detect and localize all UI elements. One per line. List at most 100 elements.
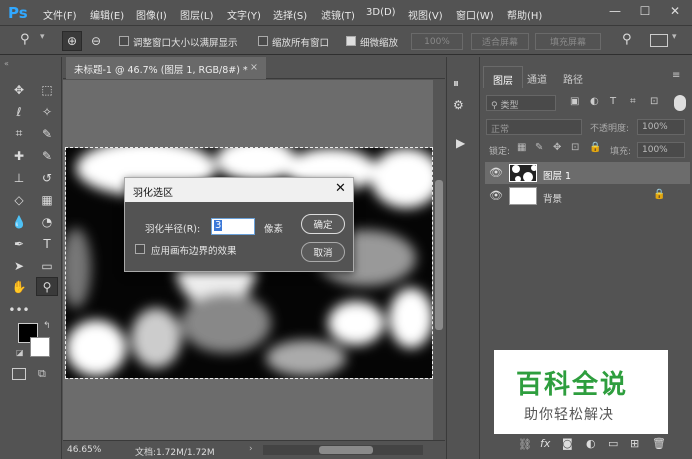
- menu-file[interactable]: 文件(F): [43, 7, 77, 22]
- lock-pixels-icon[interactable]: ✎: [535, 142, 543, 153]
- menu-view[interactable]: 视图(V): [408, 7, 443, 22]
- close-icon[interactable]: ✕: [660, 0, 690, 22]
- type-tool-icon[interactable]: T: [36, 234, 58, 253]
- fit-screen-button[interactable]: 适合屏幕: [471, 33, 529, 50]
- lasso-tool-icon[interactable]: ℓ: [8, 102, 30, 121]
- menu-edit[interactable]: 编辑(E): [90, 7, 124, 22]
- link-layers-icon[interactable]: ⛓: [518, 438, 532, 451]
- filter-toggle[interactable]: [674, 95, 686, 111]
- blend-mode-select[interactable]: 正常: [486, 119, 582, 135]
- scrubby-zoom-checkbox[interactable]: [346, 36, 356, 46]
- zoom-readout[interactable]: 46.65%: [67, 445, 101, 455]
- fill-field[interactable]: 100%: [637, 142, 685, 158]
- cancel-button[interactable]: 取消: [301, 242, 345, 262]
- actions-play-icon[interactable]: ▶: [456, 136, 465, 150]
- brush-tool-icon[interactable]: ✎: [36, 146, 58, 165]
- eraser-tool-icon[interactable]: ◇: [8, 190, 30, 209]
- zoom-tool-icon[interactable]: ⚲: [20, 32, 30, 47]
- filter-type-icon[interactable]: T: [610, 96, 616, 107]
- workspace-chevron-icon[interactable]: ▾: [672, 32, 677, 42]
- radius-label: 羽化半径(R):: [145, 224, 201, 235]
- visibility-eye-icon[interactable]: 👁: [489, 189, 503, 202]
- swap-colors-icon[interactable]: ↰: [43, 321, 51, 331]
- dodge-tool-icon[interactable]: ◔: [36, 212, 58, 231]
- zoom-all-checkbox[interactable]: [258, 36, 268, 46]
- zoom-tool-active-icon[interactable]: ⚲: [36, 277, 58, 296]
- menu-layer[interactable]: 图层(L): [180, 7, 213, 22]
- crop-tool-icon[interactable]: ⌗: [8, 124, 30, 143]
- tab-close-icon[interactable]: ×: [250, 62, 258, 73]
- filter-smart-icon[interactable]: ⊡: [650, 96, 658, 107]
- menu-window[interactable]: 窗口(W): [456, 7, 494, 22]
- workspace-icon[interactable]: [650, 34, 668, 47]
- zoom-in-icon[interactable]: ⊕: [62, 31, 82, 51]
- filter-image-icon[interactable]: ▣: [570, 96, 579, 107]
- filter-adjust-icon[interactable]: ◐: [590, 96, 599, 107]
- filter-kind-select[interactable]: ⚲ 类型: [486, 95, 556, 111]
- magic-wand-icon[interactable]: ✧: [36, 102, 58, 121]
- gradient-tool-icon[interactable]: ▦: [36, 190, 58, 209]
- menu-3d[interactable]: 3D(D): [366, 7, 396, 18]
- zoom-100-button[interactable]: 100%: [411, 33, 463, 50]
- resize-windows-checkbox[interactable]: [119, 36, 129, 46]
- lock-transparent-icon[interactable]: ▦: [517, 142, 526, 153]
- eyedropper-icon[interactable]: ✎: [36, 124, 58, 143]
- clone-stamp-icon[interactable]: ⊥: [8, 168, 30, 187]
- healing-brush-icon[interactable]: ✚: [8, 146, 30, 165]
- screen-mode-icon[interactable]: ⧉: [38, 367, 46, 381]
- path-select-icon[interactable]: ➤: [8, 256, 30, 275]
- menu-select[interactable]: 选择(S): [273, 7, 307, 22]
- lock-all-icon[interactable]: 🔒: [589, 142, 601, 153]
- menu-filter[interactable]: 滤镜(T): [321, 7, 355, 22]
- opacity-field[interactable]: 100%: [637, 119, 685, 135]
- menu-type[interactable]: 文字(Y): [227, 7, 261, 22]
- ok-button[interactable]: 确定: [301, 214, 345, 234]
- fill-screen-button[interactable]: 填充屏幕: [535, 33, 601, 50]
- panel-menu-icon[interactable]: ≡: [672, 70, 680, 81]
- scrollbar-thumb[interactable]: [435, 180, 443, 330]
- move-tool-icon[interactable]: ✥: [8, 80, 30, 99]
- zoom-out-icon[interactable]: ⊖: [86, 31, 106, 51]
- delete-layer-icon[interactable]: 🗑: [652, 437, 666, 450]
- pen-tool-icon[interactable]: ✒: [8, 234, 30, 253]
- adjustment-layer-icon[interactable]: ◐: [586, 437, 596, 450]
- properties-panel-icon[interactable]: ⚙: [453, 98, 464, 112]
- visibility-eye-icon[interactable]: 👁: [489, 166, 503, 179]
- tab-channels[interactable]: 通道: [518, 66, 556, 88]
- maximize-icon[interactable]: ☐: [630, 0, 660, 22]
- status-arrow-icon[interactable]: ›: [249, 444, 253, 454]
- collapse-icon[interactable]: «: [4, 59, 9, 68]
- menu-image[interactable]: 图像(I): [136, 7, 167, 22]
- lock-artboard-icon[interactable]: ⊡: [571, 142, 579, 153]
- default-colors-icon[interactable]: ◪: [16, 348, 24, 357]
- quick-mask-icon[interactable]: [12, 368, 26, 380]
- chevron-down-icon[interactable]: ▾: [40, 32, 45, 42]
- more-tools-icon[interactable]: •••: [8, 300, 30, 319]
- tab-paths[interactable]: 路径: [554, 66, 592, 88]
- new-group-icon[interactable]: ▭: [608, 437, 618, 450]
- layer-row-background[interactable]: 👁 背景 🔒: [485, 185, 690, 207]
- horizontal-scrollbar-thumb[interactable]: [319, 446, 373, 454]
- add-mask-icon[interactable]: ◙: [562, 437, 573, 450]
- apply-edge-checkbox[interactable]: [135, 244, 145, 254]
- fx-icon[interactable]: fx: [540, 437, 550, 450]
- dialog-close-icon[interactable]: ✕: [335, 181, 346, 196]
- history-panel-icon[interactable]: ⏸: [453, 76, 459, 91]
- lock-position-icon[interactable]: ✥: [553, 142, 561, 153]
- lock-label: 锁定:: [489, 147, 511, 157]
- radius-input[interactable]: 3: [214, 220, 223, 231]
- background-color-swatch[interactable]: [30, 337, 50, 357]
- document-tab[interactable]: 未标题-1 @ 46.7% (图层 1, RGB/8#) * ×: [66, 57, 266, 79]
- hand-tool-icon[interactable]: ✋: [8, 277, 30, 296]
- minimize-icon[interactable]: —: [600, 0, 630, 22]
- tab-layers[interactable]: 图层: [483, 66, 523, 88]
- history-brush-icon[interactable]: ↺: [36, 168, 58, 187]
- rectangle-tool-icon[interactable]: ▭: [36, 256, 58, 275]
- marquee-tool-icon[interactable]: ⬚: [36, 80, 58, 99]
- menu-help[interactable]: 帮助(H): [507, 7, 542, 22]
- search-icon[interactable]: ⚲: [622, 32, 632, 47]
- filter-shape-icon[interactable]: ⌗: [630, 96, 636, 107]
- blur-tool-icon[interactable]: 💧: [8, 212, 30, 231]
- layer-row-1[interactable]: 👁 图层 1: [485, 162, 690, 184]
- new-layer-icon[interactable]: ⊞: [630, 437, 639, 450]
